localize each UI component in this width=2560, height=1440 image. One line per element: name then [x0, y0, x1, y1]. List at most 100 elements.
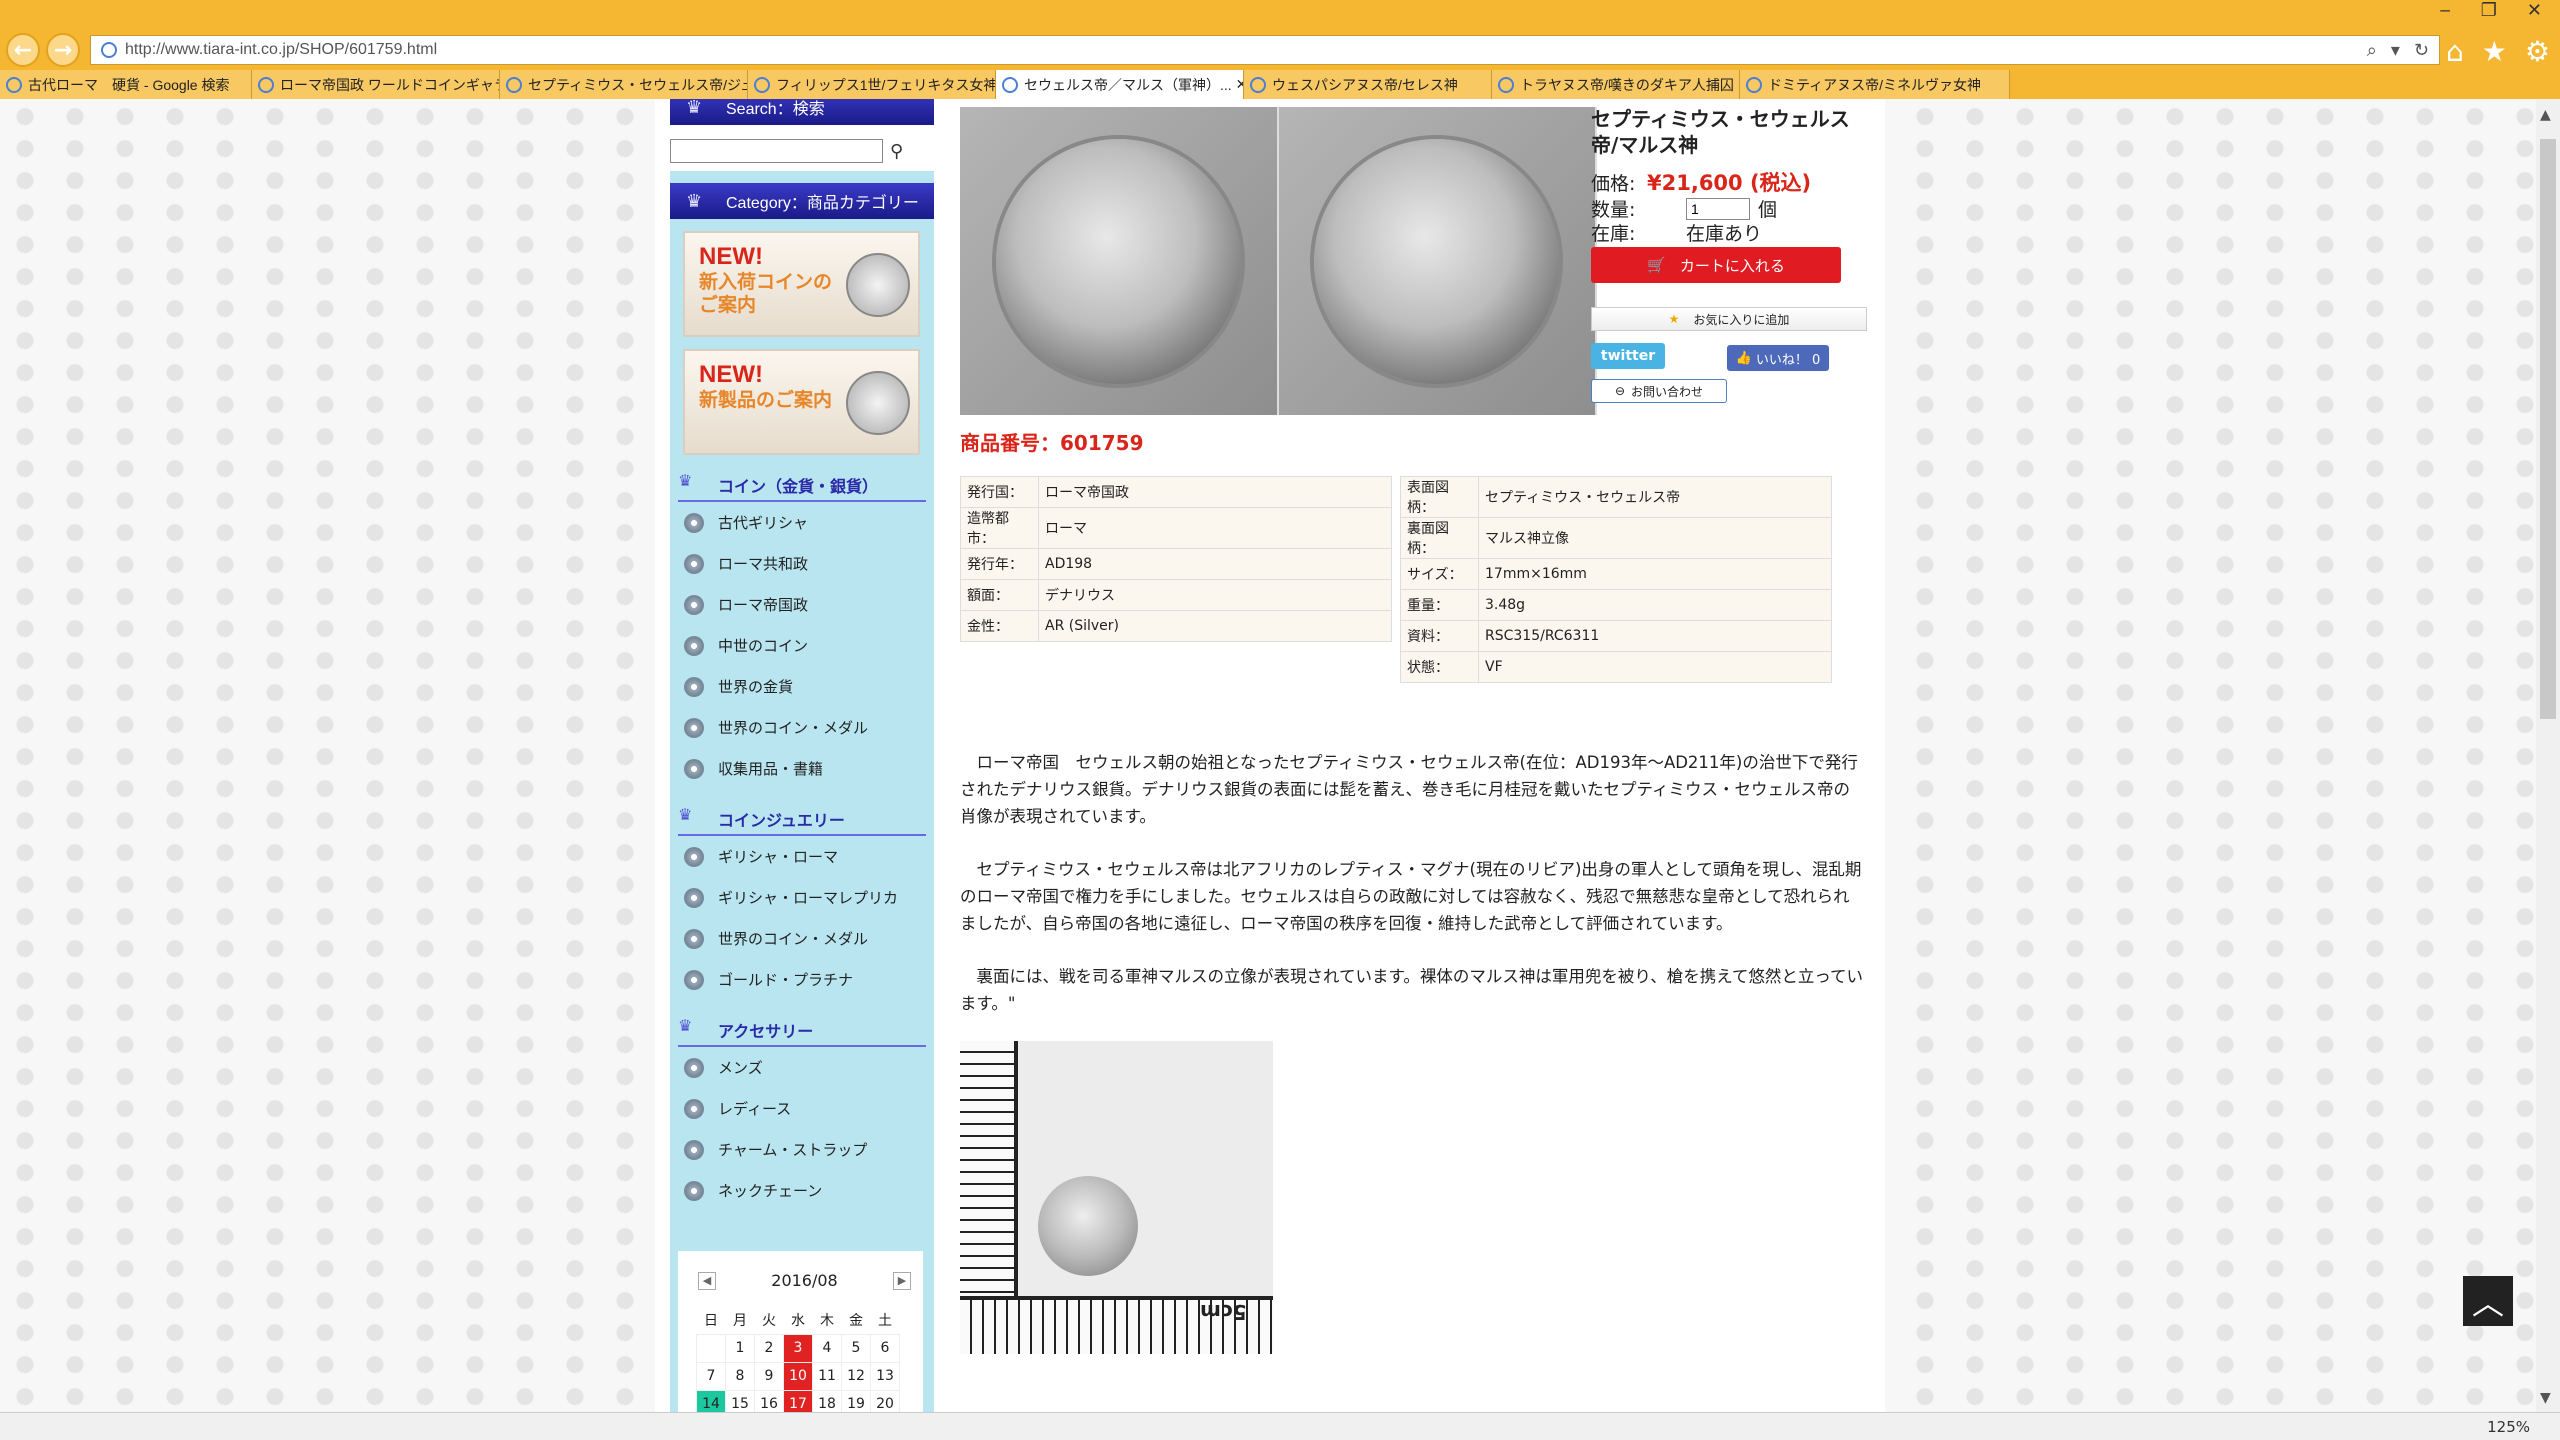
calendar-day[interactable]: 9 — [754, 1361, 784, 1391]
bullet-icon — [684, 553, 704, 574]
favorites-star-icon[interactable]: ★ — [2482, 35, 2507, 68]
browser-tab[interactable]: ウェスパシアヌス帝/セレス神 — [1244, 70, 1492, 99]
calendar-day[interactable]: 13 — [870, 1361, 900, 1391]
category-group-heading: ♛ アクセサリー — [678, 1016, 926, 1047]
calendar-day[interactable]: 18 — [812, 1389, 842, 1412]
home-icon[interactable]: ⌂ — [2446, 35, 2464, 68]
browser-tab[interactable]: セウェルス帝／マルス（軍神）...✕ — [996, 70, 1244, 99]
coin-scale-photo[interactable]: 5cm — [960, 1041, 1273, 1354]
twitter-button[interactable]: twitter — [1591, 343, 1665, 369]
page-scrollbar[interactable]: ▲ ▼ — [2536, 99, 2560, 1412]
zoom-level[interactable]: 125% — [2487, 1418, 2530, 1436]
sidebar-item[interactable]: ゴールド・プラチナ — [670, 959, 934, 1000]
calendar-day[interactable]: 2 — [754, 1333, 784, 1363]
browser-tab[interactable]: フィリップス1世/フェリキタス女神 — [748, 70, 996, 99]
inquiry-button[interactable]: ⊖ お問い合わせ — [1591, 379, 1727, 403]
sidebar-item[interactable]: ローマ共和政 — [670, 543, 934, 584]
sidebar-item[interactable]: ネックチェーン — [670, 1170, 934, 1211]
calendar-month: 2016/08 — [771, 1271, 838, 1290]
calendar-day[interactable]: 4 — [812, 1333, 842, 1363]
new-products-banner[interactable]: NEW! 新製品のご案内 — [683, 349, 920, 455]
back-button[interactable]: ← — [6, 33, 40, 67]
calendar-day[interactable]: 1 — [725, 1333, 755, 1363]
prev-month-icon[interactable]: ◀ — [698, 1271, 716, 1290]
browser-tab[interactable]: ドミティアヌス帝/ミネルヴァ女神 — [1740, 70, 2010, 99]
quantity-unit: 個 — [1758, 199, 1778, 221]
minimize-icon[interactable]: ‒ — [2439, 0, 2450, 21]
browser-tab[interactable]: ローマ帝国政 ワールドコインギャラ... — [252, 70, 500, 99]
forward-button[interactable]: → — [46, 33, 80, 67]
restore-icon[interactable]: ❐ — [2481, 0, 2497, 21]
calendar-day[interactable]: 20 — [870, 1389, 900, 1412]
facebook-like-button[interactable]: 👍 いいね！ 0 — [1727, 345, 1829, 371]
spec-value: VF — [1478, 651, 1832, 683]
settings-gear-icon[interactable]: ⚙ — [2525, 35, 2550, 68]
search-input[interactable] — [670, 139, 883, 163]
coin-photo[interactable] — [960, 107, 1597, 415]
description-paragraph: 裏面には、戦を司る軍神マルスの立像が表現されています。裸体のマルス神は軍用兜を被… — [960, 967, 1864, 1013]
category-group-heading: ♛ コイン（金貨・銀貨） — [678, 471, 926, 502]
new-coins-banner[interactable]: NEW! 新入荷コインの ご案内 — [683, 231, 920, 337]
calendar-day[interactable]: 12 — [841, 1361, 871, 1391]
quantity-input[interactable] — [1686, 197, 1750, 220]
calendar-day[interactable]: 11 — [812, 1361, 842, 1391]
bullet-icon — [684, 928, 704, 949]
sidebar-item[interactable]: 世界のコイン・メダル — [670, 707, 934, 748]
browser-tab[interactable]: 古代ローマ 硬貨 - Google 検索 — [0, 70, 252, 99]
stock-label: 在庫: — [1591, 223, 1636, 245]
tab-label: セウェルス帝／マルス（軍神）... — [1024, 76, 1232, 93]
product-number: 商品番号：601759 — [960, 431, 1144, 455]
search-icon[interactable]: ⚲ — [890, 141, 903, 162]
add-to-cart-button[interactable]: 🛒 カートに入れる — [1591, 247, 1841, 283]
sidebar-item[interactable]: 収集用品・書籍 — [670, 748, 934, 789]
refresh-icon[interactable]: ↻ — [2414, 40, 2429, 61]
sidebar-item[interactable]: ローマ帝国政 — [670, 584, 934, 625]
calendar-day[interactable]: 14 — [696, 1389, 726, 1412]
back-to-top-button[interactable]: ︿ — [2463, 1276, 2513, 1326]
address-bar[interactable]: http://www.tiara-int.co.jp/SHOP/601759.h… — [90, 35, 2440, 65]
spec-key: 額面： — [960, 579, 1039, 611]
spec-value: セプティミウス・セウェルス帝 — [1478, 476, 1832, 518]
address-url[interactable]: http://www.tiara-int.co.jp/SHOP/601759.h… — [125, 41, 437, 59]
dropdown-icon[interactable]: ▾ — [2391, 40, 2400, 61]
browser-tab[interactable]: トラヤヌス帝/嘆きのダキア人捕囚 — [1492, 70, 1740, 99]
sidebar-item[interactable]: ギリシャ・ローマ — [670, 836, 934, 877]
spec-value: デナリウス — [1038, 579, 1392, 611]
calendar-day[interactable]: 15 — [725, 1389, 755, 1412]
scrollbar-thumb[interactable] — [2540, 139, 2556, 719]
calendar-day[interactable]: 10 — [783, 1361, 813, 1391]
calendar-day[interactable]: 5 — [841, 1333, 871, 1363]
spec-key: 発行年： — [960, 548, 1039, 580]
calendar-day[interactable]: 17 — [783, 1389, 813, 1412]
calendar-day[interactable]: 19 — [841, 1389, 871, 1412]
sidebar-item[interactable]: レディース — [670, 1088, 934, 1129]
status-bar: 125% — [0, 1412, 2560, 1440]
add-favorite-button[interactable]: ★ お気に入りに追加 — [1591, 307, 1867, 331]
crown-icon: ♛ — [686, 99, 703, 117]
tab-favicon-icon — [1498, 76, 1514, 93]
calendar-day[interactable]: 3 — [783, 1333, 813, 1363]
sidebar-item[interactable]: 中世のコイン — [670, 625, 934, 666]
price-row: 価格: ¥21,600 (税込) — [1591, 167, 1811, 197]
calendar-day[interactable]: 8 — [725, 1361, 755, 1391]
sidebar-item[interactable]: 世界の金貨 — [670, 666, 934, 707]
sidebar-item[interactable]: ギリシャ・ローマレプリカ — [670, 877, 934, 918]
calendar-day[interactable]: 7 — [696, 1361, 726, 1391]
next-month-icon[interactable]: ▶ — [893, 1271, 911, 1290]
close-window-icon[interactable]: ✕ — [2527, 0, 2542, 21]
spec-key: サイズ： — [1400, 558, 1479, 590]
sidebar-item[interactable]: チャーム・ストラップ — [670, 1129, 934, 1170]
search-icon[interactable]: ⌕ — [2367, 40, 2377, 61]
tab-favicon-icon — [506, 76, 522, 93]
scroll-down-icon[interactable]: ▼ — [2540, 1390, 2551, 1406]
page-background: ♛ Search：検索 ⚲ ♛ Category：商品カテゴリー NEW! 新入… — [0, 99, 2560, 1412]
sidebar-item[interactable]: 世界のコイン・メダル — [670, 918, 934, 959]
sidebar-item[interactable]: メンズ — [670, 1047, 934, 1088]
spec-table-left: 発行国： ローマ帝国政 造幣都市： ローマ 発行年： AD198 額面： デナリウス 金性： AR… — [960, 476, 1392, 642]
calendar-day[interactable]: 16 — [754, 1389, 784, 1412]
close-tab-icon[interactable]: ✕ — [1236, 76, 1243, 93]
sidebar-item[interactable]: 古代ギリシャ — [670, 502, 934, 543]
scroll-up-icon[interactable]: ▲ — [2540, 107, 2551, 123]
calendar-day[interactable]: 6 — [870, 1333, 900, 1363]
browser-tab[interactable]: セプティミウス・セウェルス帝/ジュピ... — [500, 70, 748, 99]
